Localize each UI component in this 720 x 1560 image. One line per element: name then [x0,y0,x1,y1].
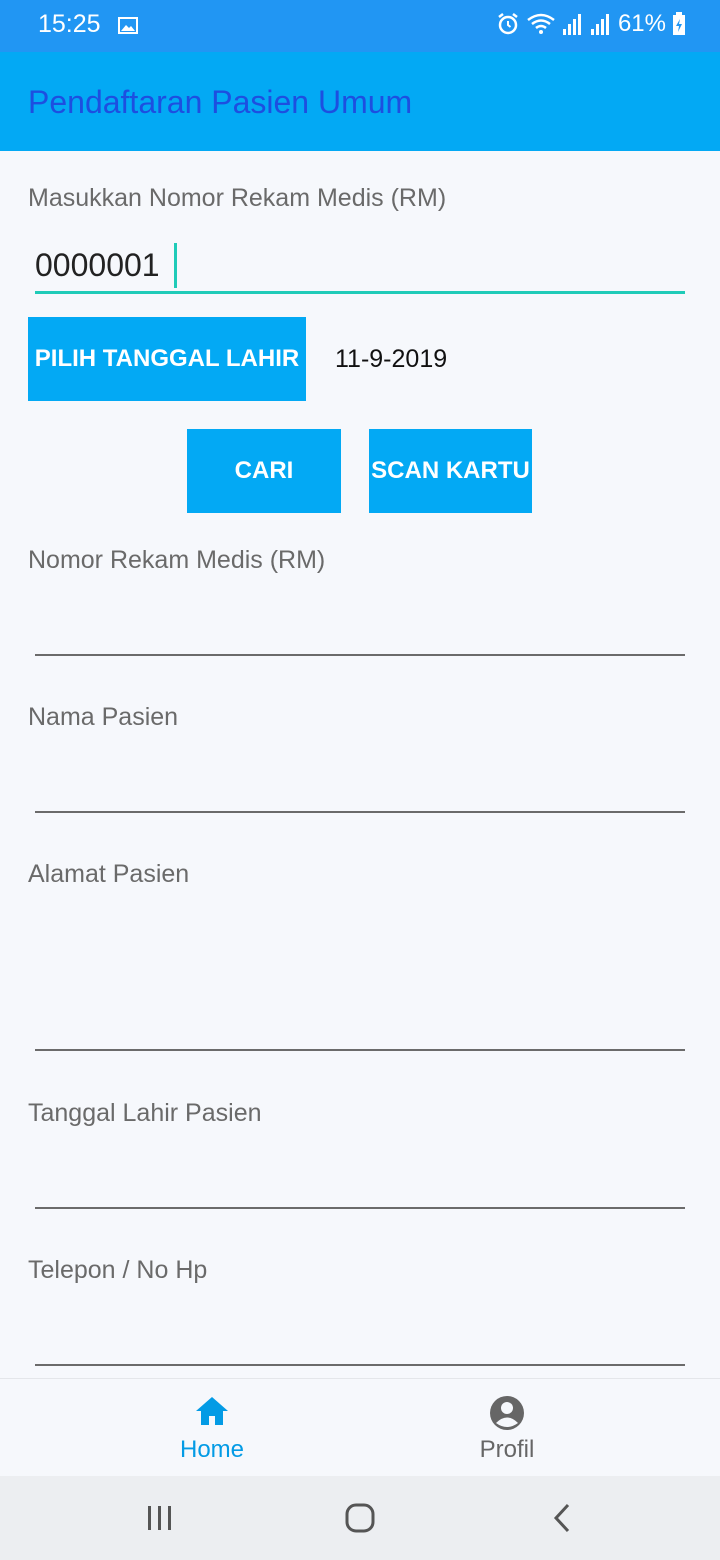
app-bar: Pendaftaran Pasien Umum [0,52,720,151]
patient-birthdate-field[interactable] [35,1207,685,1209]
nav-label-profil: Profil [479,1436,535,1463]
nav-item-home[interactable]: Home [112,1379,312,1477]
patient-address-field[interactable] [35,1049,685,1051]
page-title: Pendaftaran Pasien Umum [28,84,413,120]
patient-address-label: Alamat Pasien [28,860,190,888]
patient-name-field[interactable] [35,811,685,813]
back-icon[interactable] [532,1476,592,1560]
rm-number-label: Nomor Rekam Medis (RM) [28,546,326,574]
scan-card-button[interactable]: SCAN KARTU [369,429,532,513]
pick-birthdate-button[interactable]: PILIH TANGGAL LAHIR [28,317,306,401]
home-nav-icon[interactable] [330,1476,390,1560]
nav-item-profil[interactable]: Profil [407,1379,607,1477]
recent-apps-icon[interactable] [130,1476,190,1560]
gallery-icon [118,17,138,34]
status-bar: 15:25 61% [0,0,720,52]
status-time: 15:25 [38,10,101,38]
rm-number-field[interactable] [35,654,685,656]
alarm-icon [498,13,518,35]
rm-input-label: Masukkan Nomor Rekam Medis (RM) [28,184,447,212]
battery-percent: 61% [617,10,666,37]
battery-icon [673,12,685,35]
text-caret [174,243,177,288]
home-icon [196,1397,228,1425]
phone-label: Telepon / No Hp [28,1256,208,1284]
phone-field[interactable] [35,1364,685,1366]
system-nav-bar [0,1476,720,1560]
wifi-icon [527,13,555,34]
signal-icon [590,14,609,35]
rm-input[interactable] [35,240,685,294]
signal-icon [562,14,581,35]
nav-label-home: Home [179,1436,245,1463]
patient-name-label: Nama Pasien [28,703,179,731]
bottom-nav: Home Profil [0,1378,720,1477]
patient-birthdate-label: Tanggal Lahir Pasien [28,1099,262,1127]
search-button[interactable]: CARI [187,429,341,513]
birthdate-value: 11-9-2019 [335,345,448,373]
account-circle-icon [490,1396,524,1430]
